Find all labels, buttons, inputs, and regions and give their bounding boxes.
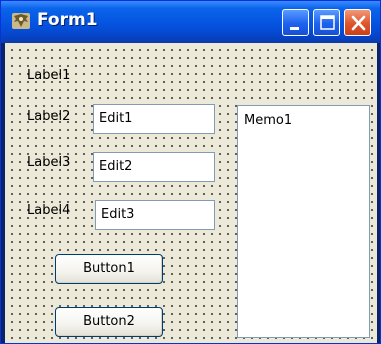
title-bar[interactable]: Form1 (1, 1, 380, 43)
close-button[interactable] (344, 9, 371, 36)
form-client-area: Label1 Label2 Label3 Label4 Edit1 Edit2 … (5, 43, 377, 343)
minimize-icon (290, 27, 299, 30)
maximize-icon (320, 15, 335, 30)
label2: Label2 (27, 109, 71, 124)
form-window: Form1 Label1 Label2 Label3 Label4 Edit1 … (0, 0, 381, 344)
window-title: Form1 (37, 10, 98, 30)
label4: Label4 (27, 203, 71, 218)
edit2-field[interactable]: Edit2 (93, 152, 215, 182)
delphi-app-icon (12, 13, 30, 29)
edit1-field[interactable]: Edit1 (93, 104, 215, 134)
memo1-field[interactable]: Memo1 (237, 105, 370, 338)
edit3-field[interactable]: Edit3 (95, 200, 215, 230)
maximize-button[interactable] (313, 9, 340, 36)
button1[interactable]: Button1 (55, 254, 163, 284)
close-icon (351, 15, 366, 31)
label1: Label1 (27, 68, 71, 83)
button2[interactable]: Button2 (55, 307, 163, 337)
label3: Label3 (27, 155, 71, 170)
minimize-button[interactable] (282, 9, 309, 36)
